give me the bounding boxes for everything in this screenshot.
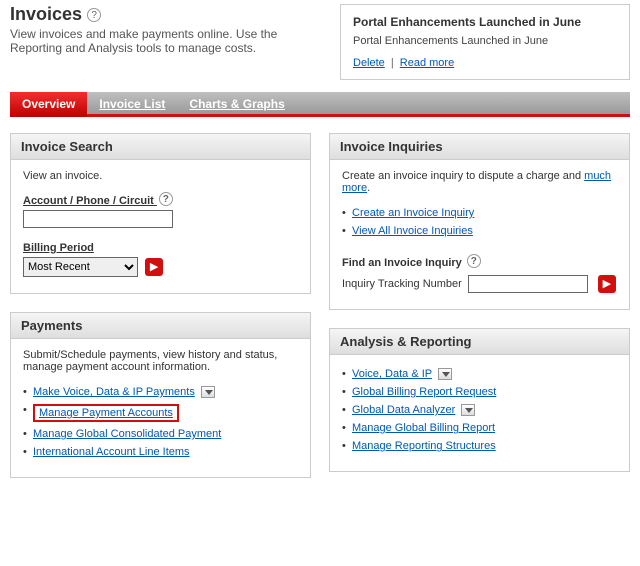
help-icon[interactable]: ? bbox=[159, 192, 173, 206]
make-payments-link[interactable]: Make Voice, Data & IP Payments bbox=[33, 386, 195, 398]
tracking-number-label: Inquiry Tracking Number bbox=[342, 278, 462, 290]
page-title: Invoices bbox=[10, 4, 82, 25]
invoice-search-desc: View an invoice. bbox=[23, 170, 298, 182]
go-button[interactable]: ▶ bbox=[598, 275, 616, 293]
invoice-inquiries-panel: Invoice Inquiries Create an invoice inqu… bbox=[329, 133, 630, 310]
list-item: Manage Global Consolidated Payment bbox=[23, 425, 298, 443]
inquiries-desc: Create an invoice inquiry to dispute a c… bbox=[342, 170, 617, 194]
voice-data-ip-link[interactable]: Voice, Data & IP bbox=[352, 368, 432, 380]
tab-overview[interactable]: Overview bbox=[10, 92, 87, 117]
panel-title: Analysis & Reporting bbox=[330, 329, 629, 355]
analysis-reporting-panel: Analysis & Reporting Voice, Data & IP Gl… bbox=[329, 328, 630, 472]
list-item: Global Data Analyzer bbox=[342, 401, 617, 419]
tabs-bar: OverviewInvoice ListCharts & Graphs bbox=[10, 92, 630, 117]
payments-desc: Submit/Schedule payments, view history a… bbox=[23, 349, 298, 373]
list-item: View All Invoice Inquiries bbox=[342, 222, 617, 240]
list-item: Create an Invoice Inquiry bbox=[342, 204, 617, 222]
go-button[interactable]: ▶ bbox=[145, 258, 163, 276]
portal-notice: Portal Enhancements Launched in June Por… bbox=[340, 4, 630, 80]
panel-title: Payments bbox=[11, 313, 310, 339]
tab-invoice-list[interactable]: Invoice List bbox=[87, 93, 177, 115]
separator: | bbox=[391, 57, 394, 69]
account-label: Account / Phone / Circuit ? bbox=[23, 192, 298, 207]
account-input[interactable] bbox=[23, 210, 173, 228]
help-icon[interactable]: ? bbox=[87, 8, 101, 22]
dropdown-icon[interactable] bbox=[201, 386, 215, 398]
tracking-number-input[interactable] bbox=[468, 275, 588, 293]
list-item: Voice, Data & IP bbox=[342, 365, 617, 383]
create-inquiry-link[interactable]: Create an Invoice Inquiry bbox=[352, 207, 474, 219]
list-item: Manage Global Billing Report bbox=[342, 419, 617, 437]
help-icon[interactable]: ? bbox=[467, 254, 481, 268]
dropdown-icon[interactable] bbox=[461, 404, 475, 416]
manage-payment-accounts-link[interactable]: Manage Payment Accounts bbox=[39, 407, 173, 419]
panel-title: Invoice Inquiries bbox=[330, 134, 629, 160]
tab-charts-graphs[interactable]: Charts & Graphs bbox=[177, 93, 296, 115]
page-subtitle: View invoices and make payments online. … bbox=[10, 27, 310, 55]
billing-period-label: Billing Period bbox=[23, 242, 298, 254]
manage-global-billing-link[interactable]: Manage Global Billing Report bbox=[352, 422, 495, 434]
list-item: Manage Reporting Structures bbox=[342, 437, 617, 455]
find-inquiry-label: Find an Invoice Inquiry ? bbox=[342, 254, 617, 269]
portal-body: Portal Enhancements Launched in June bbox=[353, 35, 617, 47]
manage-reporting-structures-link[interactable]: Manage Reporting Structures bbox=[352, 440, 496, 452]
dropdown-icon[interactable] bbox=[438, 368, 452, 380]
highlighted-link-box: Manage Payment Accounts bbox=[33, 404, 179, 422]
portal-title: Portal Enhancements Launched in June bbox=[353, 15, 617, 29]
list-item: Manage Payment Accounts bbox=[23, 401, 298, 425]
portal-readmore-link[interactable]: Read more bbox=[400, 57, 454, 69]
manage-global-payment-link[interactable]: Manage Global Consolidated Payment bbox=[33, 428, 221, 440]
panel-title: Invoice Search bbox=[11, 134, 310, 160]
list-item: International Account Line Items bbox=[23, 443, 298, 461]
billing-period-select[interactable]: Most Recent bbox=[23, 257, 138, 277]
list-item: Global Billing Report Request bbox=[342, 383, 617, 401]
portal-delete-link[interactable]: Delete bbox=[353, 57, 385, 69]
global-billing-request-link[interactable]: Global Billing Report Request bbox=[352, 386, 496, 398]
intl-account-link[interactable]: International Account Line Items bbox=[33, 446, 190, 458]
view-all-inquiries-link[interactable]: View All Invoice Inquiries bbox=[352, 225, 473, 237]
global-data-analyzer-link[interactable]: Global Data Analyzer bbox=[352, 404, 455, 416]
list-item: Make Voice, Data & IP Payments bbox=[23, 383, 298, 401]
payments-panel: Payments Submit/Schedule payments, view … bbox=[10, 312, 311, 478]
invoice-search-panel: Invoice Search View an invoice. Account … bbox=[10, 133, 311, 294]
